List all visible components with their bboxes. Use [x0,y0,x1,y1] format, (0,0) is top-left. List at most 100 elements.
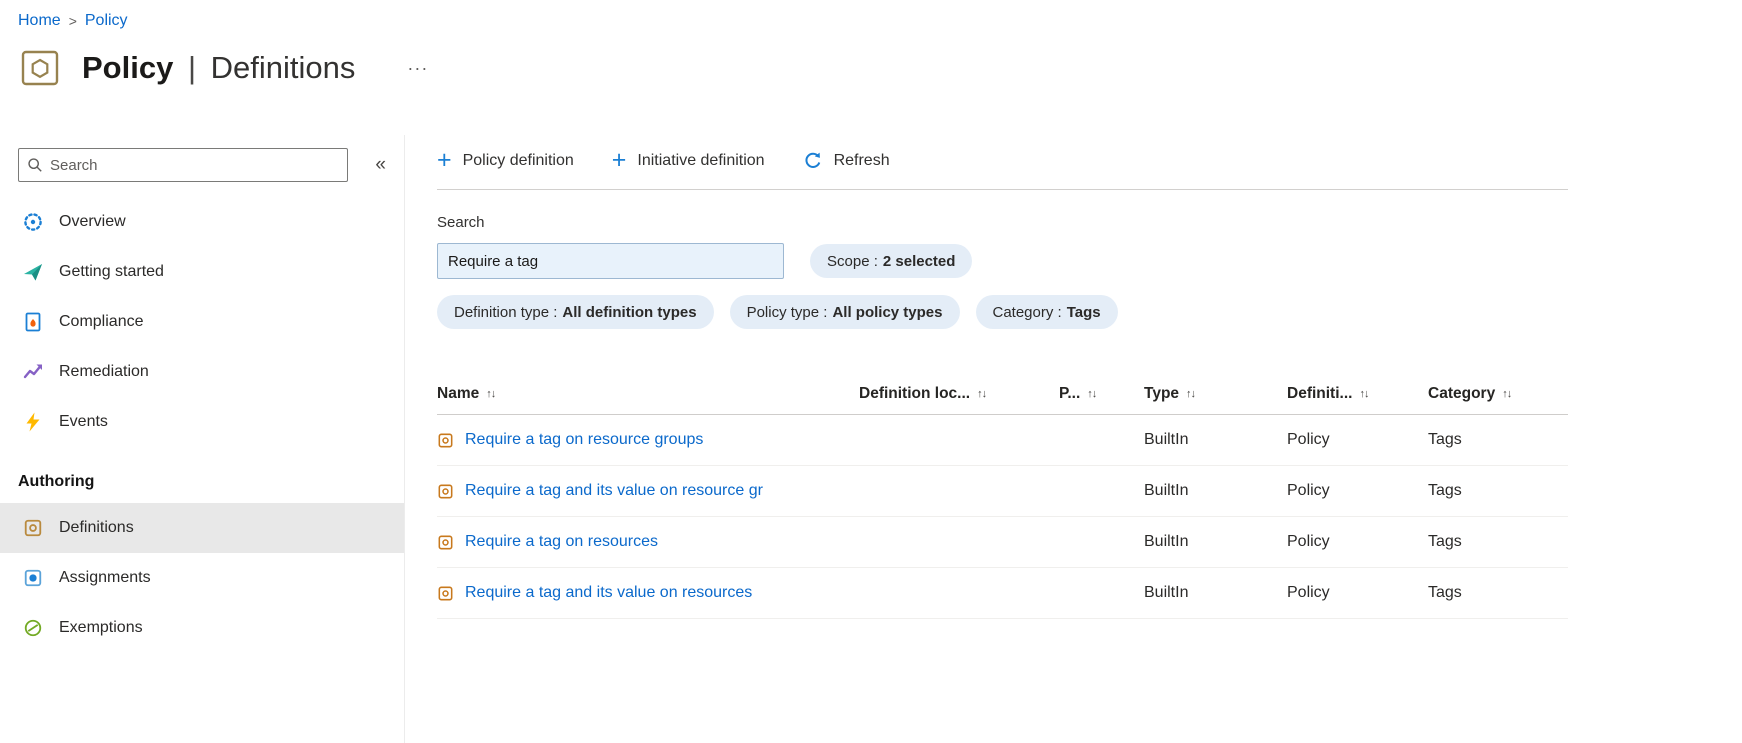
column-header-label: Category [1428,384,1496,402]
column-header-label: P... [1059,384,1081,402]
definitions-icon [22,517,44,539]
sidebar-item-label: Exemptions [59,619,143,636]
cell-definition-type: Policy [1287,584,1330,601]
cell-category: Tags [1428,533,1462,550]
sort-icon: ↑↓ [486,387,496,400]
category-filter-value: Tags [1066,303,1101,321]
sort-icon: ↑↓ [977,387,987,400]
policy-type-filter-name: Policy type : [746,303,828,321]
definition-search-input[interactable] [437,243,784,279]
policy-type-filter-pill[interactable]: Policy type : All policy types [729,295,960,329]
sidebar-search-input[interactable] [50,156,339,174]
policy-definition-icon [437,432,454,449]
sort-icon: ↑↓ [1359,387,1369,400]
policy-name-link[interactable]: Require a tag on resources [465,533,658,551]
name-cell: Require a tag and its value on resource … [437,482,859,500]
sidebar-item-assignments[interactable]: Assignments [0,553,404,603]
table-row[interactable]: Require a tag on resources BuiltIn Polic… [437,517,1568,568]
policy-type-filter-value: All policy types [832,303,943,321]
sidebar-item-getting-started[interactable]: Getting started [0,247,404,297]
refresh-icon [803,151,823,171]
compliance-icon [22,311,44,333]
page-header: Policy | Definitions ··· [18,46,1742,90]
column-header-label: Type [1144,384,1180,402]
sidebar-search-box[interactable] [18,148,348,182]
scope-filter-name: Scope : [827,252,878,270]
column-header-type[interactable]: Type ↑↓ [1144,385,1287,403]
breadcrumb: Home > Policy [0,0,1742,30]
policy-definition-button-label: Policy definition [462,152,574,169]
sort-icon: ↑↓ [1502,387,1512,400]
filter-row-2: Definition type : All definition types P… [437,295,1568,329]
table-row[interactable]: Require a tag on resource groups BuiltIn… [437,415,1568,466]
sidebar-item-overview[interactable]: Overview [0,197,404,247]
sidebar-item-definitions[interactable]: Definitions [0,503,404,553]
sidebar-item-exemptions[interactable]: Exemptions [0,603,404,653]
column-header-definition-type[interactable]: Definiti... ↑↓ [1287,385,1428,403]
definitions-table: Name ↑↓ Definition loc... ↑↓ P... ↑↓ Typ… [437,373,1568,619]
name-cell: Require a tag and its value on resources [437,584,859,602]
column-header-label: Name [437,384,480,402]
page-title-separator: | [187,50,197,85]
scope-filter-pill[interactable]: Scope : 2 selected [810,244,973,278]
page-title-secondary: Definitions [210,50,356,85]
sidebar-item-label: Compliance [59,313,144,330]
column-header-policies[interactable]: P... ↑↓ [1059,385,1144,403]
cell-definition-type: Policy [1287,431,1330,448]
sort-icon: ↑↓ [1186,387,1196,400]
exemptions-icon [22,617,44,639]
search-filter-label: Search [437,214,485,231]
policy-definition-button[interactable]: + Policy definition [437,145,574,174]
column-header-label: Definiti... [1287,384,1353,402]
policy-definition-icon [437,483,454,500]
sidebar-item-compliance[interactable]: Compliance [0,297,404,347]
initiative-definition-button[interactable]: + Initiative definition [612,147,765,172]
category-filter-pill[interactable]: Category : Tags [975,295,1118,329]
column-header-label: Definition loc... [859,384,971,402]
table-header-row: Name ↑↓ Definition loc... ↑↓ P... ↑↓ Typ… [437,373,1568,415]
page-title: Policy | Definitions [82,50,355,86]
sidebar: « Overview Getting started [0,135,405,743]
breadcrumb-link-home[interactable]: Home [18,12,61,30]
cell-definition-type: Policy [1287,482,1330,499]
cell-type: BuiltIn [1144,482,1189,499]
cell-category: Tags [1428,431,1462,448]
sidebar-nav: Overview Getting started Compliance Reme… [0,197,404,653]
more-options-icon[interactable]: ··· [401,54,434,83]
table-row[interactable]: Require a tag and its value on resource … [437,466,1568,517]
policy-definition-icon [437,585,454,602]
toolbar-divider [437,189,1568,190]
policy-name-link[interactable]: Require a tag and its value on resource … [465,482,763,500]
main-content: + Policy definition + Initiative definit… [437,141,1568,619]
column-header-definition-location[interactable]: Definition loc... ↑↓ [859,385,1059,403]
sidebar-item-remediation[interactable]: Remediation [0,347,404,397]
assignments-icon [22,567,44,589]
command-bar: + Policy definition + Initiative definit… [437,141,1568,181]
sidebar-item-events[interactable]: Events [0,397,404,447]
policy-definition-icon [437,534,454,551]
cell-type: BuiltIn [1144,431,1189,448]
sidebar-item-label: Events [59,413,108,430]
definition-type-filter-name: Definition type : [454,303,558,321]
refresh-button[interactable]: Refresh [803,151,890,171]
page-title-primary: Policy [82,50,174,85]
cell-type: BuiltIn [1144,533,1189,550]
overview-icon [22,211,44,233]
remediation-icon [22,361,44,383]
policy-name-link[interactable]: Require a tag and its value on resources [465,584,752,602]
authoring-section-label: Authoring [18,473,95,490]
name-cell: Require a tag on resource groups [437,431,859,449]
sort-icon: ↑↓ [1087,387,1097,400]
initiative-definition-button-label: Initiative definition [637,152,765,169]
breadcrumb-link-policy[interactable]: Policy [85,12,128,30]
cell-type: BuiltIn [1144,584,1189,601]
collapse-sidebar-button[interactable]: « [369,152,392,178]
name-cell: Require a tag on resources [437,533,859,551]
table-row[interactable]: Require a tag and its value on resources… [437,568,1568,619]
definition-type-filter-value: All definition types [562,303,697,321]
definition-type-filter-pill[interactable]: Definition type : All definition types [437,295,714,329]
column-header-category[interactable]: Category ↑↓ [1428,385,1568,403]
add-icon: + [437,145,452,174]
column-header-name[interactable]: Name ↑↓ [437,385,859,403]
policy-name-link[interactable]: Require a tag on resource groups [465,431,703,449]
